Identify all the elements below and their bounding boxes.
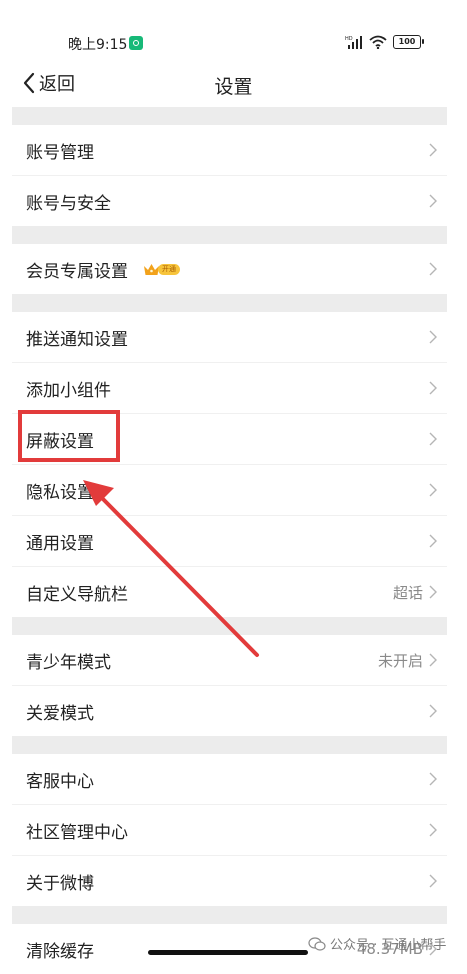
annotation-highlight-box: [18, 410, 120, 462]
settings-item-about-weibo[interactable]: 关于微博: [12, 856, 447, 906]
status-time: 晚上9:15: [68, 37, 128, 53]
settings-item-label: 青少年模式: [26, 652, 111, 673]
settings-item-label: 关爱模式: [26, 703, 94, 724]
settings-item-label: 推送通知设置: [26, 329, 128, 350]
settings-item-community-center[interactable]: 社区管理中心: [12, 805, 447, 856]
group-separator: [12, 617, 447, 635]
settings-item-label: 账号与安全: [26, 193, 111, 214]
network-type-label: HD: [345, 36, 353, 42]
settings-item-label: 会员专属设置: [26, 261, 128, 282]
group-separator: [12, 294, 447, 312]
status-indicators: HD 100: [345, 33, 424, 51]
chevron-right-icon: [429, 585, 437, 599]
settings-item-label: 自定义导航栏: [26, 584, 128, 605]
settings-item-label: 关于微博: [26, 873, 94, 894]
settings-item-custom-navbar[interactable]: 自定义导航栏 超话: [12, 567, 447, 617]
settings-item-value: 未开启: [377, 651, 423, 670]
settings-item-account-security[interactable]: 账号与安全: [12, 176, 447, 226]
page-title: 设置: [214, 76, 253, 98]
vip-badge-label: 开通: [158, 263, 180, 275]
settings-item-label: 客服中心: [26, 771, 94, 792]
settings-item-label: 社区管理中心: [26, 822, 128, 843]
chevron-right-icon: [429, 653, 437, 667]
settings-item-value: 超话: [392, 583, 423, 602]
signal-icon: HD: [345, 36, 362, 49]
settings-item-privacy-settings[interactable]: 隐私设置: [12, 465, 447, 516]
chevron-right-icon: [429, 483, 437, 497]
vip-badge[interactable]: 开通: [143, 262, 180, 276]
settings-item-label: 通用设置: [26, 533, 94, 554]
settings-item-teen-mode[interactable]: 青少年模式 未开启: [12, 635, 447, 686]
settings-item-push-notifications[interactable]: 推送通知设置: [12, 312, 447, 363]
settings-item-label: 账号管理: [26, 142, 94, 163]
settings-item-label: 添加小组件: [26, 380, 111, 401]
chevron-right-icon: [429, 330, 437, 344]
home-indicator[interactable]: [148, 950, 308, 955]
chevron-right-icon: [429, 534, 437, 548]
settings-list: 账号管理 账号与安全 会员专属设置 开通 推送通知设置 添加小组件 屏蔽设置 隐…: [12, 107, 447, 974]
chevron-right-icon: [429, 432, 437, 446]
group-separator: [12, 107, 447, 125]
group-separator: [12, 906, 447, 924]
settings-item-general-settings[interactable]: 通用设置: [12, 516, 447, 567]
watermark: 公众号 · 互通小帮手: [308, 934, 446, 953]
watermark-text: 公众号 · 互通小帮手: [330, 938, 447, 953]
settings-item-care-mode[interactable]: 关爱模式: [12, 686, 447, 736]
settings-item-account-management[interactable]: 账号管理: [12, 125, 447, 176]
chevron-right-icon: [429, 823, 437, 837]
group-separator: [12, 736, 447, 754]
app-notification-icon: [129, 36, 143, 50]
wechat-icon: [308, 936, 326, 951]
group-separator: [12, 226, 447, 244]
chevron-right-icon: [429, 143, 437, 157]
chevron-right-icon: [429, 194, 437, 208]
wifi-icon: [369, 35, 387, 49]
chevron-right-icon: [429, 772, 437, 786]
settings-item-vip-settings[interactable]: 会员专属设置 开通: [12, 244, 447, 294]
settings-item-label: 清除缓存: [26, 941, 94, 962]
chevron-right-icon: [429, 874, 437, 888]
chevron-right-icon: [429, 262, 437, 276]
settings-item-label: 隐私设置: [26, 482, 94, 503]
settings-item-customer-service[interactable]: 客服中心: [12, 754, 447, 805]
chevron-right-icon: [429, 381, 437, 395]
chevron-right-icon: [429, 704, 437, 718]
settings-item-add-widget[interactable]: 添加小组件: [12, 363, 447, 414]
battery-icon: 100: [393, 35, 424, 49]
nav-bar: 返回 设置: [0, 58, 467, 108]
